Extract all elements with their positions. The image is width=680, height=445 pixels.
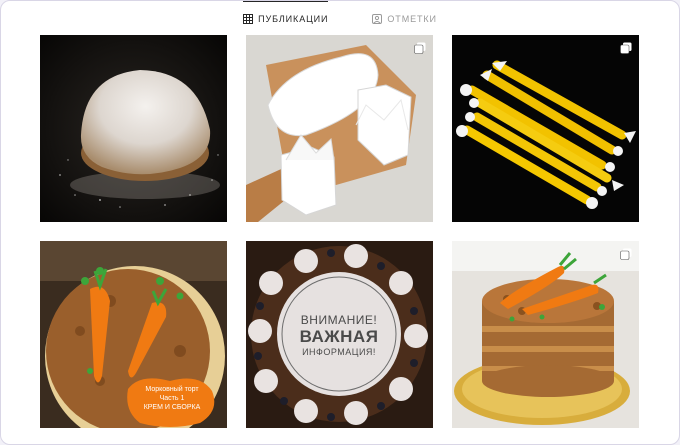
- multiple-photos-icon: [620, 42, 632, 54]
- post-tile-paper-liners[interactable]: [246, 35, 433, 222]
- profile-tabs: ПУБЛИКАЦИИ ОТМЕТКИ: [1, 1, 679, 35]
- tab-tagged[interactable]: ОТМЕТКИ: [372, 1, 437, 35]
- carrot-cake-caption: Морковный торт Часть 1 КРЕМ И СБОРКА: [131, 385, 213, 412]
- post-tile-modeling-tools[interactable]: [452, 35, 639, 222]
- grid-icon: [243, 14, 254, 24]
- posts-grid: Морковный торт Часть 1 КРЕМ И СБОРКА ВНИ…: [40, 35, 639, 428]
- post-tile-carrot-cake[interactable]: Морковный торт Часть 1 КРЕМ И СБОРКА: [40, 241, 227, 428]
- caption-line-3: КРЕМ И СБОРКА: [143, 404, 201, 411]
- announcement-line-1: ВНИМАНИЕ!: [300, 313, 378, 327]
- announcement-line-2: ВАЖНАЯ: [299, 327, 379, 346]
- tab-tagged-label: ОТМЕТКИ: [387, 13, 437, 24]
- profile-posts-panel: ПУБЛИКАЦИИ ОТМЕТКИ Морковный торт Часть …: [0, 0, 680, 445]
- carrot-cake-gold-image: [452, 241, 639, 428]
- donut-image: [40, 35, 227, 222]
- multiple-photos-icon: [414, 42, 426, 54]
- tab-publications[interactable]: ПУБЛИКАЦИИ: [243, 1, 329, 35]
- tab-publications-label: ПУБЛИКАЦИИ: [258, 14, 329, 24]
- announcement-line-3: ИНФОРМАЦИЯ!: [302, 347, 376, 357]
- paper-liners-image: [246, 35, 433, 222]
- caption-line-2: Часть 1: [159, 395, 185, 402]
- post-tile-carrot-cake-gold[interactable]: [452, 241, 639, 428]
- multiple-photos-icon: [620, 248, 632, 260]
- post-tile-announcement[interactable]: ВНИМАНИЕ! ВАЖНАЯ ИНФОРМАЦИЯ!: [246, 241, 433, 428]
- modeling-tools-image: [452, 35, 639, 222]
- announcement-text: ВНИМАНИЕ! ВАЖНАЯ ИНФОРМАЦИЯ!: [289, 313, 389, 357]
- caption-line-1: Морковный торт: [145, 386, 199, 393]
- post-tile-donut[interactable]: [40, 35, 227, 222]
- tagged-user-icon: [372, 13, 383, 24]
